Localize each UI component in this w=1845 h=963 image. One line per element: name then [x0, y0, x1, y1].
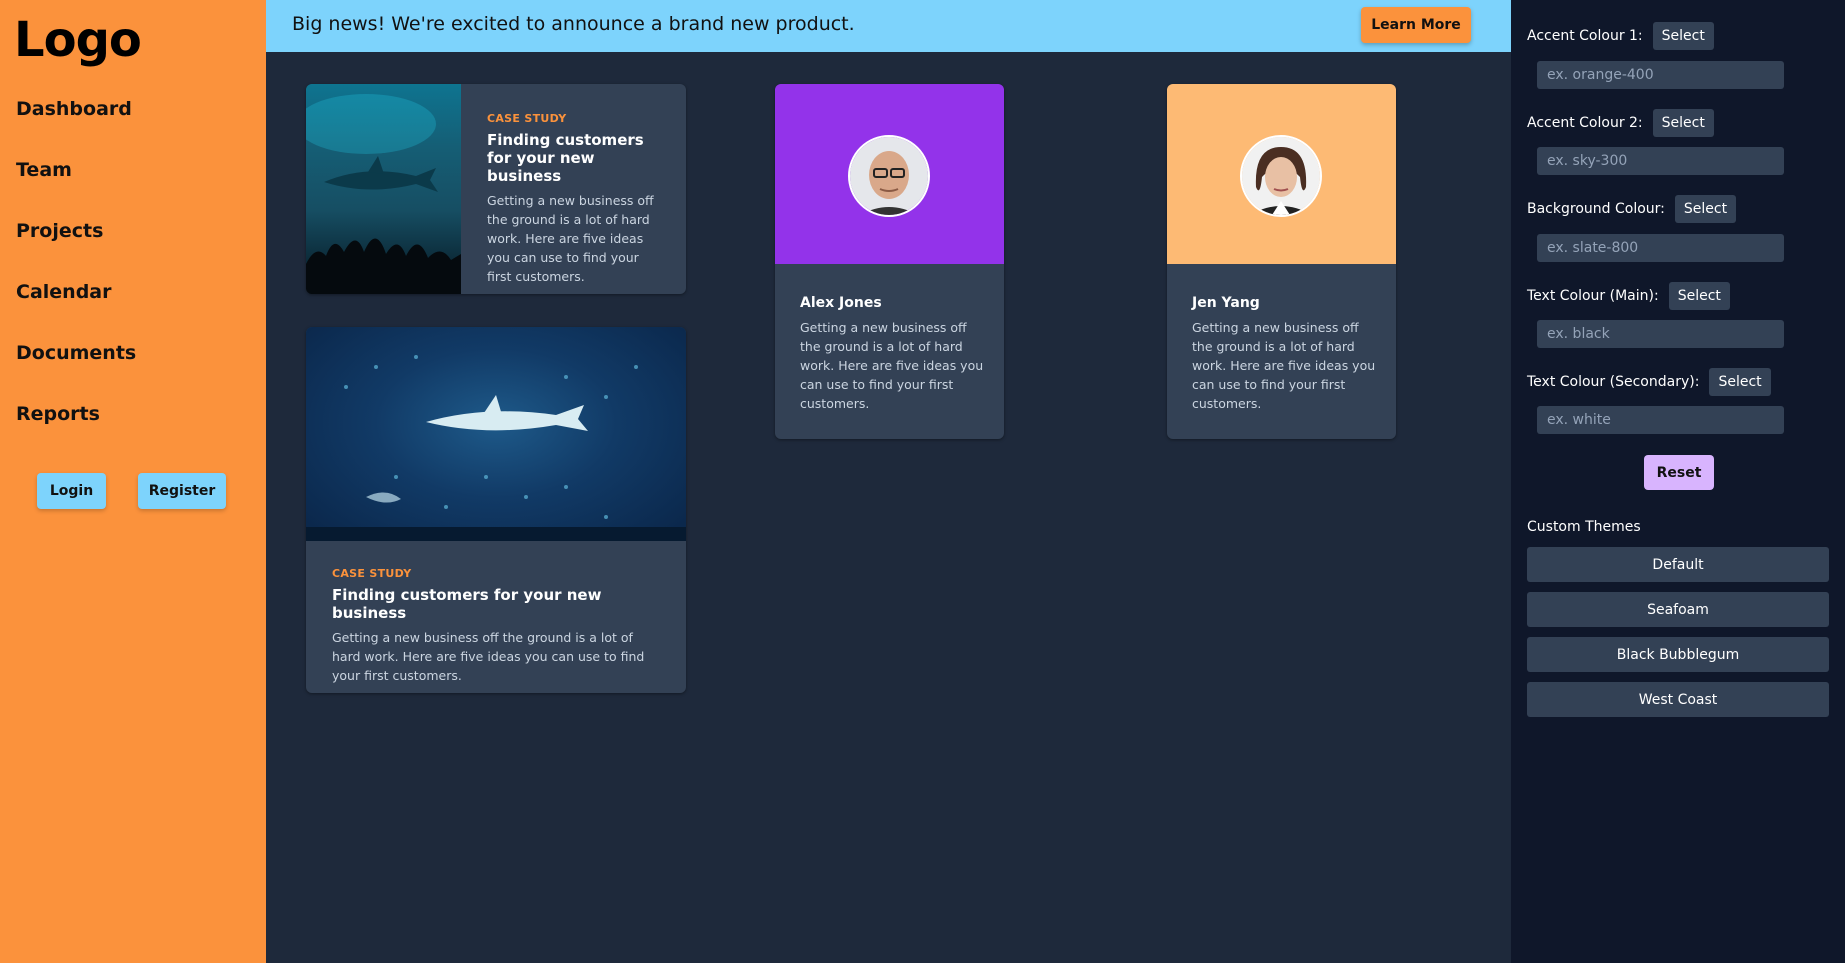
- select-button[interactable]: Select: [1668, 282, 1730, 310]
- banner-text: Big news! We're excited to announce a br…: [292, 13, 855, 35]
- profile-body: Getting a new business off the ground is…: [1192, 320, 1376, 411]
- profile-text: Jen Yang Getting a new business off the …: [1192, 294, 1377, 413]
- field-label: Text Colour (Secondary):: [1527, 374, 1700, 390]
- case-study-title: Finding customers for your new business: [332, 586, 602, 622]
- profile-body: Getting a new business off the ground is…: [800, 320, 984, 411]
- profile-header: [1167, 84, 1396, 264]
- profile-text: Alex Jones Getting a new business off th…: [800, 294, 985, 413]
- accent-colour-2-input[interactable]: [1537, 147, 1784, 175]
- register-button[interactable]: Register: [138, 473, 226, 509]
- case-study-body: Getting a new business off the ground is…: [332, 630, 645, 683]
- nav-item-documents[interactable]: Documents: [16, 334, 136, 395]
- field-label: Background Colour:: [1527, 201, 1665, 217]
- theme-seafoam-button[interactable]: Seafoam: [1527, 592, 1829, 627]
- avatar: [1240, 135, 1322, 217]
- background-colour-row: Background Colour: Select: [1527, 195, 1737, 223]
- theme-black-bubblegum-button[interactable]: Black Bubblegum: [1527, 637, 1829, 672]
- select-button[interactable]: Select: [1652, 109, 1714, 137]
- announcement-banner: Big news! We're excited to announce a br…: [266, 0, 1511, 52]
- case-study-text: CASE STUDY Finding customers for your ne…: [487, 112, 662, 286]
- profile-name: Jen Yang: [1192, 295, 1260, 311]
- sidebar-nav: Dashboard Team Projects Calendar Documen…: [16, 90, 136, 456]
- case-study-text: CASE STUDY Finding customers for your ne…: [332, 567, 662, 685]
- text-colour-main-row: Text Colour (Main): Select: [1527, 282, 1730, 310]
- nav-item-calendar[interactable]: Calendar: [16, 273, 136, 334]
- text-colour-main-input[interactable]: [1537, 320, 1784, 348]
- case-study-body: Getting a new business off the ground is…: [487, 193, 654, 284]
- profile-header: [775, 84, 1004, 264]
- accent-colour-1-input[interactable]: [1537, 61, 1784, 89]
- learn-more-button[interactable]: Learn More: [1361, 7, 1471, 43]
- select-button[interactable]: Select: [1709, 368, 1771, 396]
- select-button[interactable]: Select: [1652, 22, 1714, 50]
- case-study-title: Finding customers for your new business: [487, 131, 644, 185]
- background-colour-input[interactable]: [1537, 234, 1784, 262]
- theme-west-coast-button[interactable]: West Coast: [1527, 682, 1829, 717]
- nav-item-dashboard[interactable]: Dashboard: [16, 90, 136, 151]
- case-study-eyebrow: CASE STUDY: [487, 112, 567, 125]
- nav-item-reports[interactable]: Reports: [16, 395, 136, 456]
- case-study-eyebrow: CASE STUDY: [332, 567, 412, 580]
- theme-default-button[interactable]: Default: [1527, 547, 1829, 582]
- select-button[interactable]: Select: [1674, 195, 1737, 223]
- login-button[interactable]: Login: [37, 473, 106, 509]
- shark-fish-school-image: [306, 327, 686, 541]
- accent-colour-2-row: Accent Colour 2: Select: [1527, 109, 1714, 137]
- profile-card-alex-jones[interactable]: Alex Jones Getting a new business off th…: [775, 84, 1004, 439]
- accent-colour-1-row: Accent Colour 1: Select: [1527, 22, 1714, 50]
- text-colour-secondary-row: Text Colour (Secondary): Select: [1527, 368, 1771, 396]
- shark-aquarium-image: [306, 84, 461, 294]
- sidebar: Logo Dashboard Team Projects Calendar Do…: [0, 0, 266, 963]
- case-study-card-horizontal[interactable]: CASE STUDY Finding customers for your ne…: [306, 84, 686, 294]
- reset-button[interactable]: Reset: [1644, 455, 1714, 490]
- custom-themes-title: Custom Themes: [1527, 519, 1641, 535]
- text-colour-secondary-input[interactable]: [1537, 406, 1784, 434]
- profile-card-jen-yang[interactable]: Jen Yang Getting a new business off the …: [1167, 84, 1396, 439]
- theme-settings-panel: Accent Colour 1: Select Accent Colour 2:…: [1511, 0, 1845, 963]
- field-label: Text Colour (Main):: [1527, 288, 1659, 304]
- avatar: [848, 135, 930, 217]
- case-study-card-vertical[interactable]: CASE STUDY Finding customers for your ne…: [306, 327, 686, 693]
- nav-item-team[interactable]: Team: [16, 151, 136, 212]
- nav-item-projects[interactable]: Projects: [16, 212, 136, 273]
- logo: Logo: [14, 12, 142, 68]
- profile-name: Alex Jones: [800, 295, 882, 311]
- field-label: Accent Colour 1:: [1527, 28, 1643, 44]
- field-label: Accent Colour 2:: [1527, 115, 1643, 131]
